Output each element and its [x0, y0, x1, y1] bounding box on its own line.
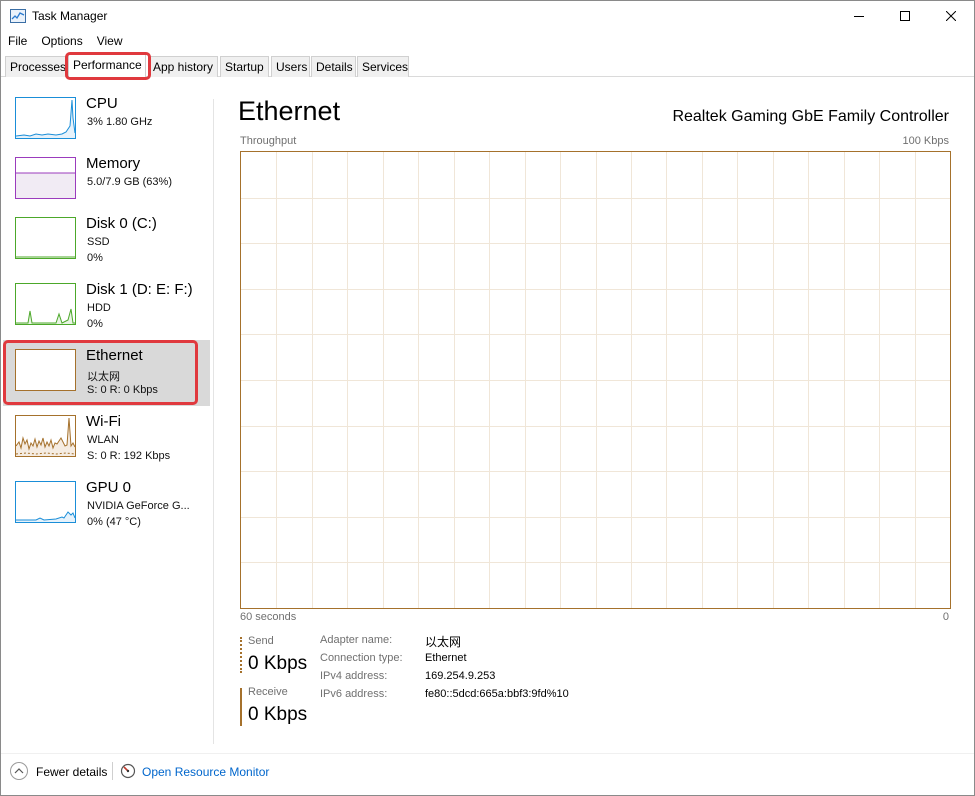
fewer-details-button[interactable]: Fewer details — [36, 765, 107, 779]
graph-label: Throughput — [240, 135, 297, 147]
adapter-description: Realtek Gaming GbE Family Controller — [672, 108, 949, 125]
graph-min-label: 0 — [942, 611, 949, 623]
memory-thumbnail-graph — [15, 157, 76, 199]
ethernet-thumbnail-graph — [15, 349, 76, 391]
disk1-sparkline — [16, 308, 75, 324]
throughput-graph — [240, 151, 951, 609]
resource-monitor-icon[interactable] — [120, 763, 136, 779]
tab-users[interactable]: Users — [271, 56, 310, 77]
disk0-sparkline — [16, 256, 75, 258]
open-resource-monitor-link[interactable]: Open Resource Monitor — [142, 765, 269, 779]
sidebar-item-cpu[interactable]: CPU 3% 1.80 GHz — [3, 88, 210, 154]
sidebar-disk0-name: Disk 0 (C:) — [86, 215, 157, 232]
sidebar-disk1-usage: 0% — [87, 318, 103, 330]
detail-value: Ethernet — [425, 652, 467, 664]
sidebar-memory-name: Memory — [86, 155, 141, 172]
sidebar-item-ethernet[interactable]: Ethernet 以太网 S: 0 R: 0 Kbps — [3, 340, 210, 406]
wifi-thumbnail-graph — [15, 415, 76, 457]
menu-view[interactable]: View — [90, 32, 130, 52]
cpu-thumbnail-graph — [15, 97, 76, 139]
sidebar-cpu-usage: 3% 1.80 GHz — [87, 116, 153, 128]
tab-services[interactable]: Services — [357, 56, 409, 77]
cpu-sparkline — [16, 99, 75, 138]
receive-label: Receive — [248, 686, 288, 698]
gpu-thumbnail-graph — [15, 481, 76, 523]
sidebar-disk0-usage: 0% — [87, 252, 103, 264]
detail-key: Adapter name: — [320, 634, 393, 646]
detail-value: 169.254.9.253 — [425, 670, 496, 682]
tab-app-history[interactable]: App history — [148, 56, 218, 77]
receive-value: 0 Kbps — [248, 704, 308, 725]
sidebar-ethernet-name: Ethernet — [86, 347, 143, 364]
tab-processes[interactable]: Processes — [5, 56, 66, 77]
menu-file[interactable]: File — [1, 32, 34, 52]
sidebar-disk1-name: Disk 1 (D: E: F:) — [86, 281, 193, 298]
graph-max-label: 100 Kbps — [902, 135, 949, 147]
sidebar-disk1-type: HDD — [87, 302, 111, 314]
close-button[interactable] — [928, 1, 974, 31]
detail-key: IPv6 address: — [320, 688, 388, 700]
sidebar-wifi-adapter: WLAN — [87, 434, 119, 446]
throughput-grid — [241, 152, 950, 608]
window-title: Task Manager — [32, 9, 108, 23]
sidebar-ethernet-adapter: 以太网 — [87, 371, 120, 383]
task-manager-window: Task Manager File Options View Processes… — [0, 0, 975, 796]
graph-time-label: 60 seconds — [240, 611, 297, 623]
title-bar: Task Manager — [1, 1, 974, 31]
sidebar-gpu-name: GPU 0 — [86, 479, 132, 496]
minimize-button[interactable] — [836, 1, 882, 31]
menu-bar: File Options View — [1, 32, 130, 52]
sidebar-ethernet-throughput: S: 0 R: 0 Kbps — [87, 384, 158, 396]
disk1-thumbnail-graph — [15, 283, 76, 325]
footer-separator — [1, 753, 974, 754]
detail-key: IPv4 address: — [320, 670, 388, 682]
send-label: Send — [248, 635, 274, 647]
tab-performance[interactable]: Performance — [68, 53, 146, 78]
minimize-icon — [854, 16, 864, 17]
sidebar-disk0-type: SSD — [87, 236, 110, 248]
wifi-sparkline — [16, 417, 75, 456]
sidebar-gpu-usage: 0% (47 °C) — [87, 516, 141, 528]
sidebar-wifi-name: Wi-Fi — [86, 413, 121, 430]
maximize-button[interactable] — [882, 1, 928, 31]
maximize-icon — [900, 11, 910, 21]
sidebar-item-gpu-0[interactable]: GPU 0 NVIDIA GeForce G... 0% (47 °C) — [3, 472, 210, 538]
disk0-thumbnail-graph — [15, 217, 76, 259]
tab-details[interactable]: Details — [311, 56, 356, 77]
close-icon — [946, 11, 956, 21]
detail-key: Connection type: — [320, 652, 403, 664]
sidebar-divider — [213, 99, 214, 744]
sidebar-item-memory[interactable]: Memory 5.0/7.9 GB (63%) — [3, 148, 210, 214]
task-manager-icon — [10, 9, 26, 23]
send-indicator-line — [240, 637, 242, 673]
sidebar-item-disk-1[interactable]: Disk 1 (D: E: F:) HDD 0% — [3, 274, 210, 340]
footer-divider — [112, 762, 113, 780]
sidebar-cpu-name: CPU — [86, 95, 118, 112]
memory-sparkline — [16, 172, 75, 198]
detail-value: 以太网 — [425, 635, 462, 649]
tab-startup[interactable]: Startup — [220, 56, 269, 77]
tab-strip: Processes Performance App history Startu… — [1, 51, 974, 78]
sidebar-gpu-model: NVIDIA GeForce G... — [87, 500, 190, 512]
page-title: Ethernet — [238, 96, 341, 126]
chevron-up-icon[interactable] — [10, 762, 28, 780]
send-value: 0 Kbps — [248, 653, 308, 674]
sidebar-memory-usage: 5.0/7.9 GB (63%) — [87, 176, 172, 188]
receive-indicator-line — [240, 688, 242, 726]
gpu-sparkline — [16, 511, 75, 522]
detail-value: fe80::5dcd:665a:bbf3:9fd%10 — [425, 688, 569, 700]
sidebar-wifi-throughput: S: 0 R: 192 Kbps — [87, 450, 171, 462]
sidebar-item-disk-0[interactable]: Disk 0 (C:) SSD 0% — [3, 208, 210, 274]
resource-sidebar: CPU 3% 1.80 GHz Memory 5.0/7.9 GB (63%) … — [1, 78, 213, 748]
menu-options[interactable]: Options — [34, 32, 89, 52]
sidebar-item-wifi[interactable]: Wi-Fi WLAN S: 0 R: 192 Kbps — [3, 406, 210, 472]
